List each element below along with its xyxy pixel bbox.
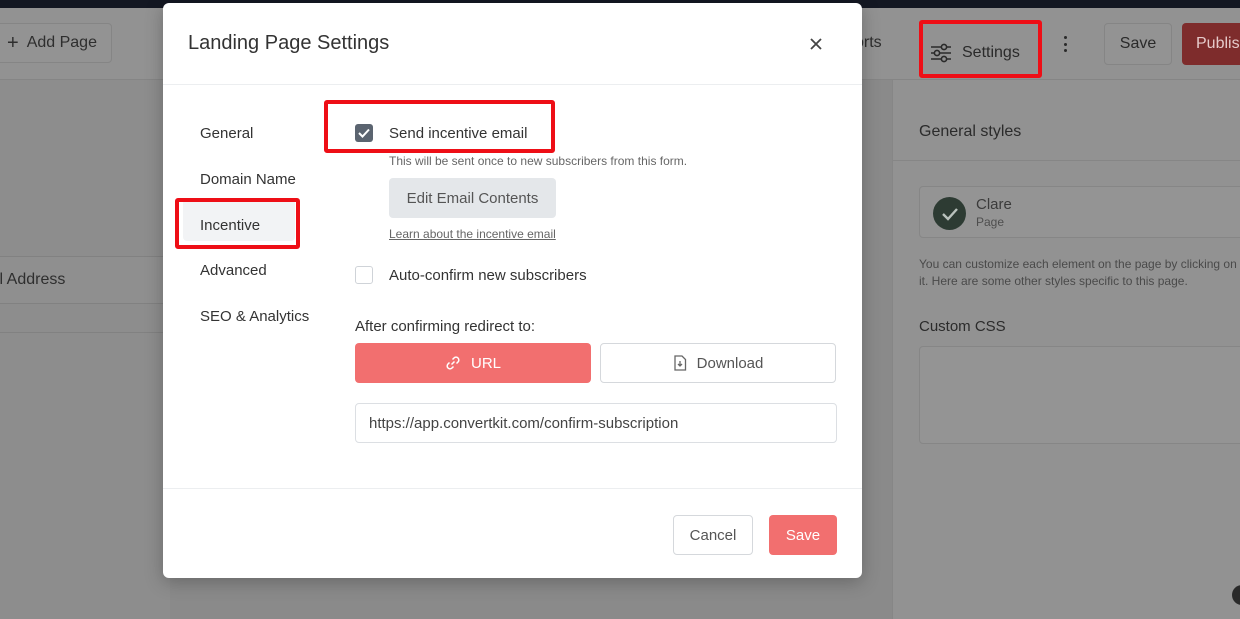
nav-item-advanced[interactable]: Advanced [200, 262, 267, 279]
email-address-field[interactable]: il Address [0, 256, 170, 304]
styles-description: You can customize each element on the pa… [919, 257, 1237, 288]
right-panel: General styles Clare Page You can custom… [892, 80, 1240, 619]
url-option-label: URL [470, 354, 501, 372]
send-incentive-email-hint: This will be sent once to new subscriber… [389, 154, 688, 168]
file-download-icon [673, 355, 686, 371]
modal-footer: Cancel Save [163, 488, 862, 578]
template-type: Page [976, 215, 1005, 229]
auto-confirm-checkbox[interactable] [355, 266, 373, 284]
redirect-url-input[interactable] [355, 403, 837, 443]
publish-button[interactable]: Publis [1182, 23, 1240, 65]
general-styles-title: General styles [919, 123, 1022, 140]
send-incentive-email-checkbox[interactable] [355, 124, 373, 142]
right-panel-divider [893, 160, 1240, 161]
edit-email-contents-button[interactable]: Edit Email Contents [389, 178, 556, 218]
redirect-label: After confirming redirect to: [355, 318, 536, 335]
more-options-icon[interactable] [1056, 32, 1074, 56]
nav-item-domain-name[interactable]: Domain Name [200, 171, 296, 188]
email-address-label: il Address [0, 271, 66, 288]
left-panel: il Address [0, 80, 170, 619]
auto-confirm-label[interactable]: Auto-confirm new subscribers [389, 267, 587, 284]
template-card[interactable]: Clare Page [919, 186, 1240, 238]
redirect-download-option[interactable]: Download [600, 343, 836, 383]
add-page-label: Add Page [26, 34, 97, 51]
landing-page-settings-modal: Landing Page Settings General Domain Nam… [163, 3, 862, 578]
checkmark-icon [358, 128, 370, 138]
plus-icon: + [7, 32, 19, 54]
modal-title: Landing Page Settings [188, 32, 390, 54]
left-divider [0, 332, 170, 333]
nav-item-general[interactable]: General [200, 125, 253, 142]
link-icon [446, 356, 460, 370]
modal-header: Landing Page Settings [163, 3, 862, 85]
settings-label: Settings [962, 44, 1020, 61]
close-icon[interactable] [806, 34, 826, 54]
download-option-label: Download [696, 354, 764, 372]
save-button[interactable]: Save [769, 515, 837, 555]
custom-css-textarea[interactable] [919, 346, 1240, 444]
custom-css-label: Custom CSS [919, 318, 1006, 335]
add-page-button[interactable]: + Add Page [0, 23, 112, 63]
learn-incentive-email-link[interactable]: Learn about the incentive email [389, 227, 556, 241]
settings-button[interactable]: Settings [924, 26, 1036, 80]
redirect-url-option[interactable]: URL [355, 343, 591, 383]
nav-item-incentive[interactable]: Incentive [200, 217, 260, 234]
toolbar-save-button[interactable]: Save [1104, 23, 1172, 65]
nav-item-seo-analytics[interactable]: SEO & Analytics [200, 308, 309, 325]
check-circle-icon [933, 197, 966, 230]
cancel-button[interactable]: Cancel [673, 515, 753, 555]
template-name: Clare [976, 196, 1012, 213]
sliders-icon [931, 43, 951, 63]
send-incentive-email-label[interactable]: Send incentive email [389, 125, 527, 142]
